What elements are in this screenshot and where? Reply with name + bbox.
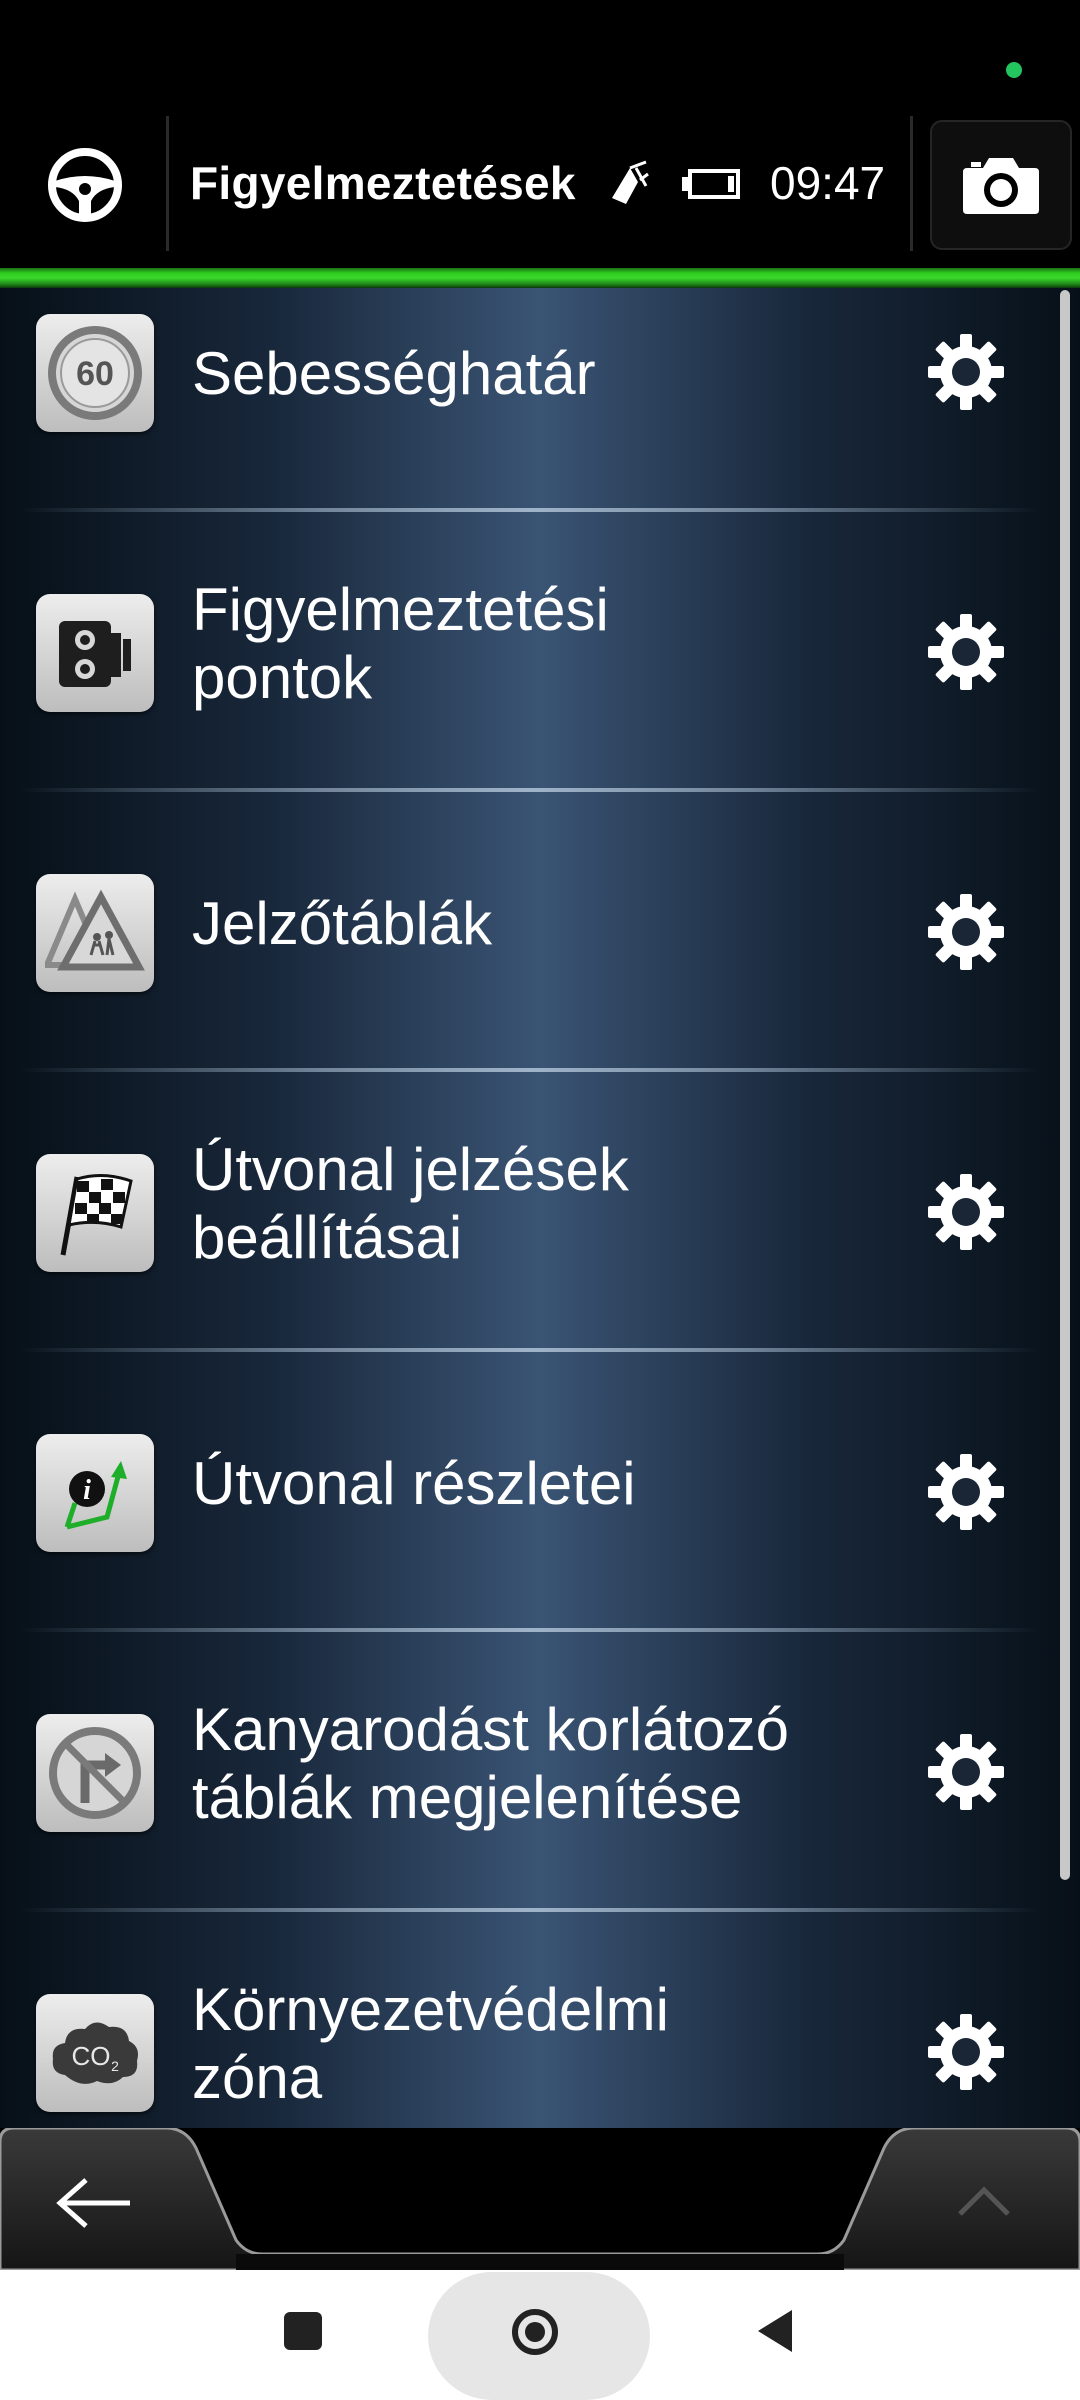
svg-text:2: 2 [111,2058,119,2074]
back-button[interactable] [30,2158,170,2248]
home-dot-icon [525,2322,545,2342]
list-item-label: Útvonal jelzések beállításai [192,1136,629,1271]
svg-text:i: i [83,1475,91,1506]
speed-limit-60-icon: 60 [36,314,154,432]
gear-icon[interactable] [926,332,1006,412]
co2-zone-icon: CO 2 [36,1994,154,2112]
steering-wheel-icon [48,148,122,222]
list-item-turn-restrictions[interactable]: Kanyarodást korlátozó táblák megjeleníté… [0,1616,1060,1896]
scrollbar[interactable] [1060,290,1070,1880]
header-divider [166,116,169,251]
arrow-left-icon [56,2178,130,2228]
drive-mode-button[interactable] [30,140,140,230]
list-item-label: Jelzőtáblák [192,890,493,957]
gear-icon[interactable] [926,1732,1006,1812]
list-item-label: Kanyarodást korlátozó táblák megjeleníté… [192,1696,790,1831]
gear-icon[interactable] [926,1172,1006,1252]
status-bar [0,0,1080,100]
gear-icon[interactable] [926,1452,1006,1532]
list-item-label: Sebességhatár [192,340,596,407]
home-button[interactable] [428,2272,650,2400]
recents-button[interactable] [284,2312,322,2350]
gps-off-icon [612,160,649,204]
camera-icon [963,158,1039,214]
gear-icon[interactable] [926,612,1006,692]
no-right-turn-icon [36,1714,154,1832]
list-item-label: Figyelmeztetési pontok [192,576,609,711]
speed-camera-icon [36,594,154,712]
list-item-speed-limit[interactable]: 60 Sebességhatár [0,288,1060,496]
list-item-environmental-zone[interactable]: CO 2 Környezetvédelmi zóna [0,1896,1060,2128]
list-item-warning-points[interactable]: Figyelmeztetési pontok [0,496,1060,776]
list-item-route-markers[interactable]: Útvonal jelzések beállításai [0,1056,1060,1336]
svg-text:CO: CO [72,2041,111,2071]
android-nav-bar [0,2270,1080,2400]
notification-dot-icon [1006,62,1022,78]
warning-signs-icon [36,874,154,992]
gear-icon[interactable] [926,2012,1006,2092]
chevron-up-icon [958,2186,1010,2216]
settings-list: 60 Sebességhatár Figyelmeztetési pontok … [0,288,1080,2128]
bottom-nav-bar [0,2128,1080,2270]
nav-back-button[interactable] [756,2308,796,2354]
svg-text:60: 60 [76,355,114,393]
clock: 09:47 [770,157,886,209]
accent-line [0,268,1080,288]
header-divider [910,116,913,251]
camera-button[interactable] [930,120,1072,250]
list-item-road-signs[interactable]: Jelzőtáblák [0,776,1060,1056]
battery-icon [682,169,740,199]
list-item-label: Környezetvédelmi zóna [192,1976,669,2111]
app-header: Figyelmeztetések 09:47 [0,100,1080,270]
list-item-label: Útvonal részletei [192,1450,636,1517]
route-info-icon: i [36,1434,154,1552]
gear-icon[interactable] [926,892,1006,972]
checkered-flag-icon [36,1154,154,1272]
list-item-route-details[interactable]: i Útvonal részletei [0,1336,1060,1616]
scroll-up-button[interactable] [910,2158,1060,2248]
page-title: Figyelmeztetések [190,157,576,209]
